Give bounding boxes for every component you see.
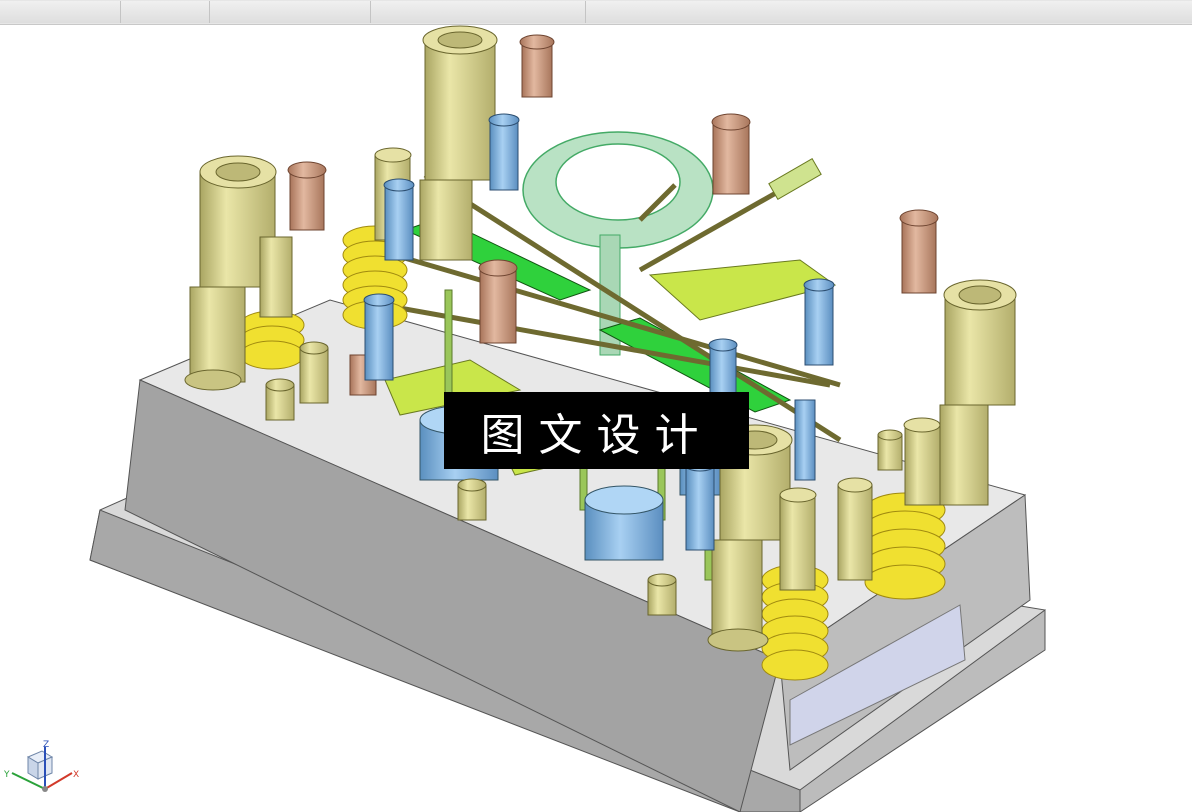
toolbar-segment[interactable] xyxy=(121,1,210,23)
top-toolbar xyxy=(0,0,1192,25)
toolbar-segment[interactable] xyxy=(210,1,371,23)
axis-y-label: Y xyxy=(3,770,10,780)
3d-viewport[interactable]: 图文设计 Z Y X xyxy=(0,25,1192,812)
watermark-text: 图文设计 xyxy=(480,409,713,461)
toolbar-segment[interactable] xyxy=(586,1,1192,23)
axis-x-label: X xyxy=(73,770,79,780)
watermark-banner: 图文设计 xyxy=(444,392,749,469)
toolbar-segment[interactable] xyxy=(371,1,586,23)
toolbar-segment[interactable] xyxy=(0,1,121,23)
axis-z-label: Z xyxy=(43,740,49,750)
cad-window: 图文设计 Z Y X xyxy=(0,0,1192,812)
water-fitting xyxy=(768,158,822,200)
axis-triad-icon[interactable]: Z Y X xyxy=(0,739,90,809)
